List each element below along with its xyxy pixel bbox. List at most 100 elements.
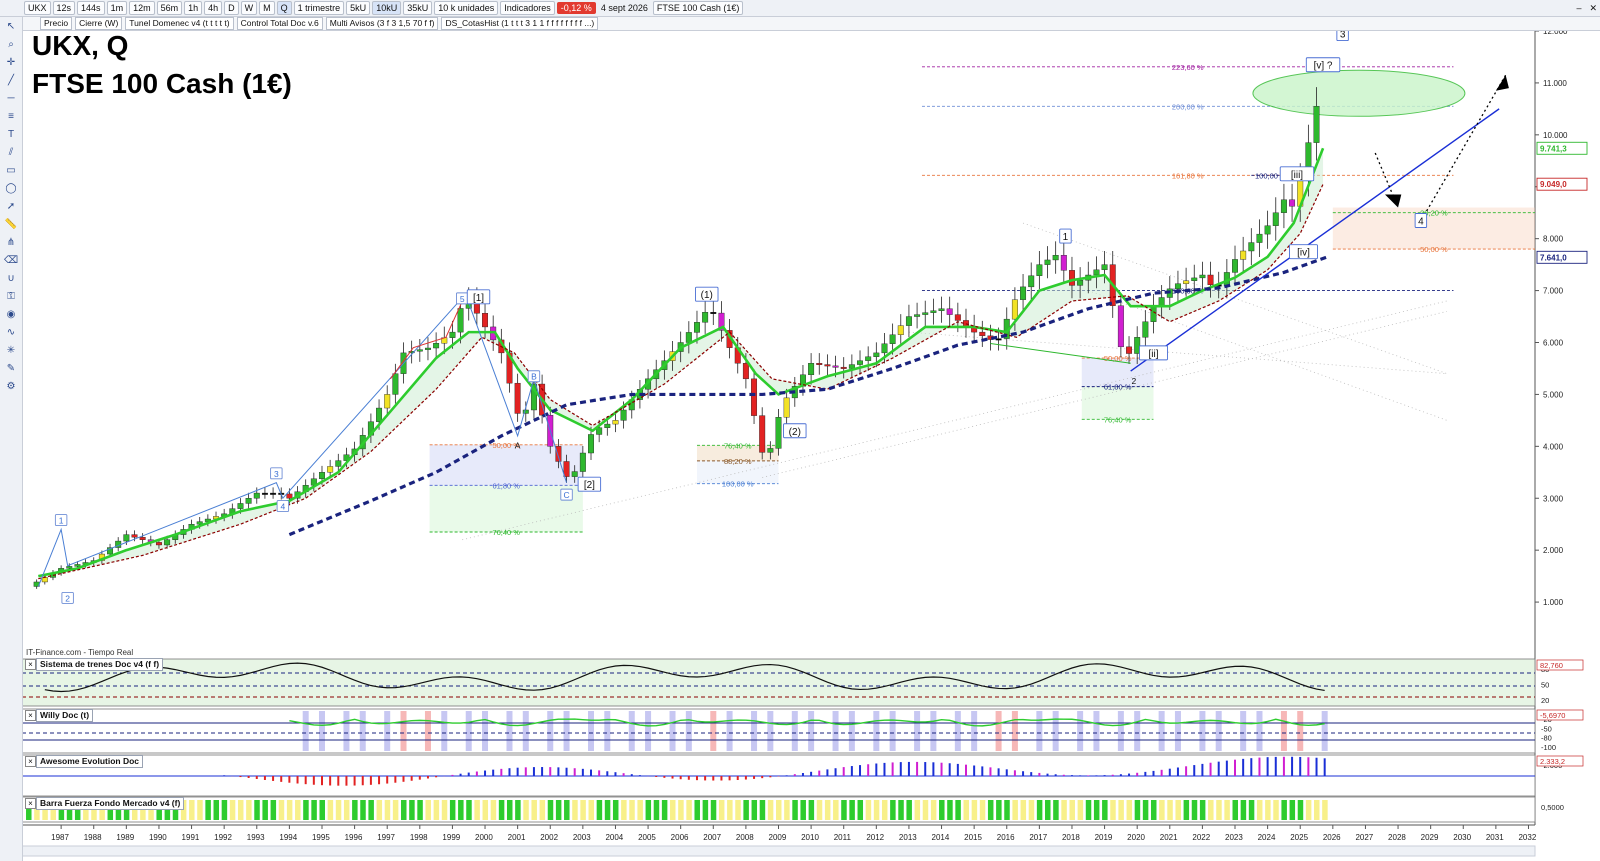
channel-icon[interactable]: ⫽ — [4, 147, 18, 159]
candle-body — [775, 417, 782, 449]
close-panel-icon[interactable]: × — [25, 659, 36, 670]
force-bar — [1012, 800, 1018, 820]
symbol-selector[interactable]: UKX — [24, 1, 51, 15]
candle-body — [751, 378, 758, 416]
force-bar — [890, 800, 896, 820]
unit-button-10ku[interactable]: 10kU — [372, 1, 402, 15]
willy-bar — [751, 711, 758, 751]
close-panel-icon[interactable]: × — [25, 756, 36, 767]
force-bar — [686, 800, 692, 820]
candle-body — [1256, 233, 1263, 243]
force-bar — [1199, 800, 1206, 820]
x-tick-label: 2026 — [1323, 833, 1341, 842]
plot-area — [22, 31, 1535, 654]
period-button-1m[interactable]: 1m — [106, 1, 128, 15]
settings-icon[interactable]: ⚙ — [4, 381, 18, 393]
magnet-icon[interactable]: ∪ — [4, 273, 18, 285]
ruler-icon[interactable]: 📏 — [4, 219, 18, 231]
indicator-tab[interactable]: Cierre (W) — [75, 17, 123, 30]
unit-button-5ku[interactable]: 5kU — [346, 1, 371, 15]
force-bar — [547, 800, 554, 820]
indicator-tab[interactable]: Multi Avisos (3 f 3 1,5 70 f f) — [325, 17, 439, 30]
ellipse-icon[interactable]: ◯ — [4, 183, 18, 195]
horizontal-line-icon[interactable]: ─ — [4, 93, 18, 105]
candle-body — [938, 308, 945, 311]
period-button-1h[interactable]: 1h — [184, 1, 203, 15]
force-bar — [971, 800, 978, 820]
rectangle-icon[interactable]: ▭ — [4, 165, 18, 177]
brush-icon[interactable]: ✎ — [4, 363, 18, 375]
y-tick-label: 5.000 — [1543, 390, 1564, 399]
period-button-w[interactable]: W — [240, 1, 258, 15]
willy-bar — [522, 711, 529, 751]
period-button-12m[interactable]: 12m — [129, 1, 155, 15]
force-bar — [776, 800, 782, 820]
force-bar — [710, 800, 717, 820]
candle-body — [555, 446, 562, 462]
units-dropdown[interactable]: 10 k unidades — [434, 1, 499, 15]
candle-body — [954, 314, 961, 321]
close-panel-icon[interactable]: × — [25, 710, 36, 721]
force-bar — [1167, 800, 1173, 820]
close-icon[interactable]: ✕ — [1586, 3, 1600, 14]
fibonacci-icon[interactable]: ≡ — [4, 111, 18, 123]
trendline-icon[interactable]: ╱ — [4, 75, 18, 87]
period-button-4h[interactable]: 4h — [204, 1, 223, 15]
panel-label-trenes[interactable]: Sistema de trenes Doc v4 (f f) — [36, 658, 164, 671]
candle-body — [1068, 270, 1075, 286]
unit-buttons: 5kU 10kU 35kU — [346, 1, 433, 15]
period-button-m[interactable]: M — [259, 1, 275, 15]
panel-label-awesome[interactable]: Awesome Evolution Doc — [36, 755, 144, 768]
eye-icon[interactable]: ◉ — [4, 309, 18, 321]
eraser-icon[interactable]: ⌫ — [4, 255, 18, 267]
willy-bar — [547, 711, 554, 751]
indicator-tab[interactable]: DS_CotasHist (1 t t t 3 1 1 f f f f f f … — [441, 17, 599, 30]
pitchfork-icon[interactable]: ⋔ — [4, 237, 18, 249]
indicator-tab[interactable]: Precio — [40, 17, 73, 30]
force-bar — [1150, 800, 1157, 820]
willy-bar — [1215, 711, 1222, 751]
indicator-tab[interactable]: Tunel Domenec v4 (t t t t t) — [125, 17, 234, 30]
force-bar — [449, 800, 456, 820]
period-button-d[interactable]: D — [224, 1, 239, 15]
wave-icon[interactable]: ∿ — [4, 327, 18, 339]
panel-label-barra[interactable]: Barra Fuerza Fondo Mercado v4 (f) — [36, 797, 185, 810]
candle-body — [694, 322, 700, 333]
zoom-icon[interactable]: ⌕ — [4, 39, 18, 51]
unit-button-35ku[interactable]: 35kU — [403, 1, 433, 15]
x-tick-label: 2000 — [475, 833, 493, 842]
candle-body — [1036, 264, 1043, 276]
force-bar — [1232, 800, 1239, 820]
force-bar — [1102, 800, 1108, 820]
force-bar — [392, 800, 399, 820]
force-bar — [1118, 800, 1124, 820]
willy-bar — [954, 711, 961, 751]
gann-icon[interactable]: ✳ — [4, 345, 18, 357]
candle-body — [1232, 259, 1238, 273]
cursor-icon[interactable]: ↖ — [4, 21, 18, 33]
candle-body — [596, 427, 603, 435]
period-button-56m[interactable]: 56m — [156, 1, 183, 15]
close-panel-icon[interactable]: × — [25, 798, 36, 809]
candle-body — [922, 312, 929, 315]
period-button-q[interactable]: Q — [276, 1, 292, 15]
lock-icon[interactable]: ⚿ — [4, 291, 18, 303]
price-chart[interactable]: 1.000 2.000 3.000 4.000 5.000 6.000 7.000 8.000… — [0, 0, 1600, 861]
candle-body — [1264, 225, 1271, 235]
x-tick-label: 2007 — [703, 833, 721, 842]
text-icon[interactable]: T — [4, 129, 18, 141]
indicator-tab[interactable]: Control Total Doc v.6 — [236, 17, 323, 30]
candle-body — [457, 308, 464, 333]
force-bar — [1175, 800, 1181, 820]
candle-body — [563, 461, 570, 477]
arrow-icon[interactable]: ➚ — [4, 201, 18, 213]
panel-label-willy[interactable]: Willy Doc (t) — [36, 709, 94, 722]
period-button-12s[interactable]: 12s — [52, 1, 76, 15]
indicators-button[interactable]: Indicadores — [500, 1, 555, 15]
force-bar — [963, 800, 969, 820]
candle-body — [832, 365, 839, 368]
timeframe-dropdown[interactable]: 1 trimestre — [293, 1, 345, 15]
crosshair-icon[interactable]: ✛ — [4, 57, 18, 69]
minimize-icon[interactable]: – — [1573, 3, 1584, 13]
period-button-144s[interactable]: 144s — [77, 1, 105, 15]
